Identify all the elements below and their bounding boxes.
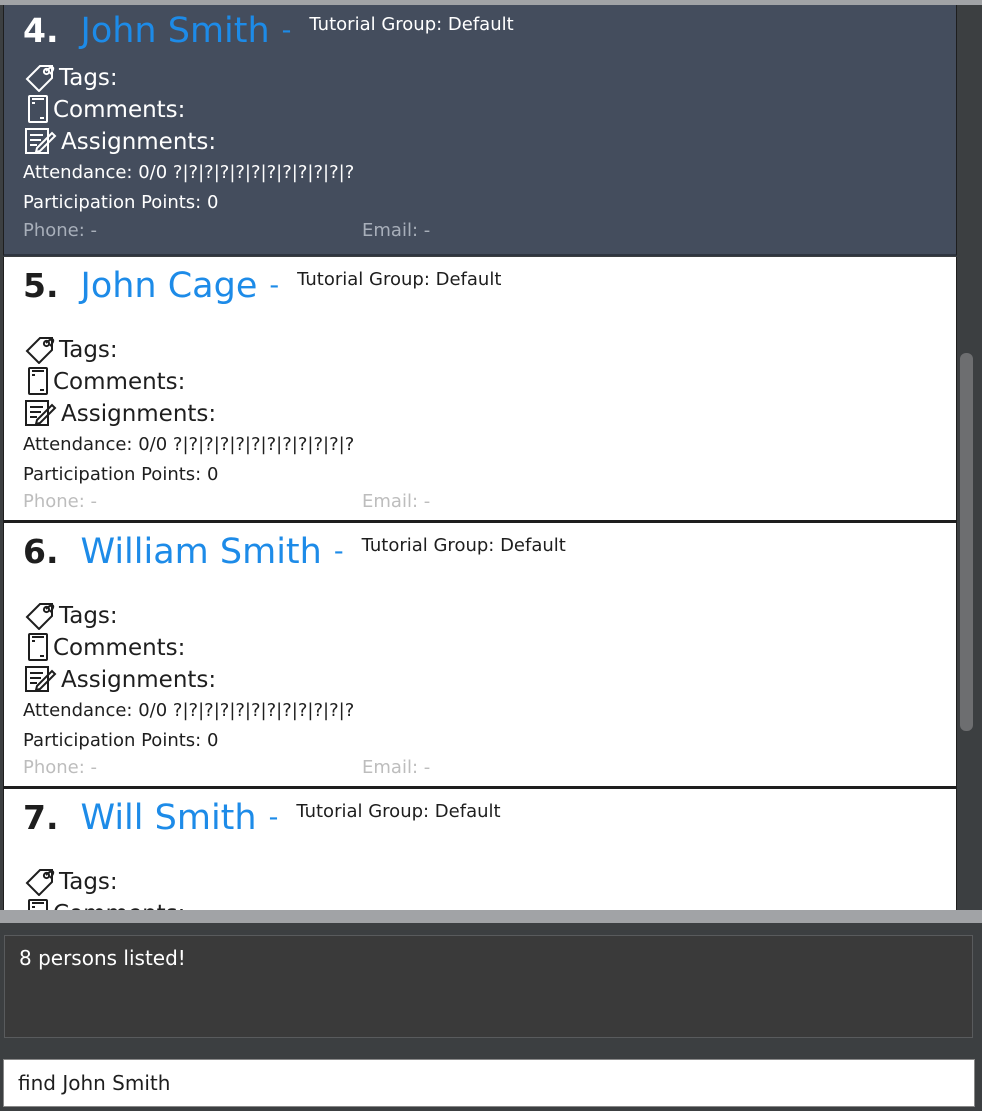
comments-row: Comments: — [23, 898, 185, 910]
name-separator: - — [268, 801, 279, 833]
tags-row: Tags: — [23, 335, 118, 365]
person-card[interactable]: 6. William Smith - Tutorial Group: Default … — [3, 523, 957, 789]
tags-label: Tags: — [59, 65, 118, 91]
person-card-selected[interactable]: 4. John Smith - Tutorial Group: Default Tag… — [3, 5, 957, 256]
email-text: Email: - — [362, 220, 431, 241]
comments-row: Comments: — [23, 366, 186, 397]
person-name: William Smith — [80, 531, 322, 572]
comments-label: Comments: — [53, 901, 185, 910]
contact-row: Phone: - Email: - — [23, 756, 430, 780]
person-list-panel[interactable]: 4. John Smith - Tutorial Group: Default Tag… — [0, 0, 982, 910]
comments-label: Comments: — [53, 369, 186, 395]
card-header: 6. William Smith - Tutorial Group: Default — [23, 529, 566, 573]
email-text: Email: - — [362, 757, 431, 778]
name-separator: - — [333, 535, 344, 567]
assignment-icon — [23, 664, 61, 694]
person-index: 5. — [23, 265, 59, 305]
panel-divider[interactable] — [0, 910, 982, 923]
tutorial-group: Tutorial Group: Default — [297, 268, 502, 290]
tags-label: Tags: — [59, 869, 118, 895]
person-name: John Cage — [80, 265, 258, 306]
participation-row: Participation Points: 0 — [23, 730, 219, 751]
result-display: 8 persons listed! — [4, 935, 973, 1038]
contact-row: Phone: - Email: - — [23, 219, 430, 243]
assignment-icon — [23, 126, 61, 156]
notepad-icon — [23, 632, 53, 662]
command-input[interactable] — [3, 1059, 975, 1107]
person-index: 7. — [23, 797, 59, 837]
assignment-icon — [23, 398, 61, 428]
tutorial-group: Tutorial Group: Default — [309, 13, 514, 35]
comments-row: Comments: — [23, 94, 186, 125]
comments-label: Comments: — [53, 635, 186, 661]
notepad-icon — [23, 94, 53, 124]
assignments-row: Assignments: — [23, 127, 216, 157]
result-message: 8 persons listed! — [19, 946, 186, 970]
attendance-row: Attendance: 0/0 ?|?|?|?|?|?|?|?|?|?|?|? — [23, 700, 355, 721]
attendance-row: Attendance: 0/0 ?|?|?|?|?|?|?|?|?|?|?|? — [23, 434, 355, 455]
phone-text: Phone: - — [23, 757, 98, 778]
tag-icon — [23, 866, 59, 896]
tags-row: Tags: — [23, 63, 118, 93]
tutorial-group: Tutorial Group: Default — [296, 800, 501, 822]
person-index: 6. — [23, 531, 59, 571]
attendance-row: Attendance: 0/0 ?|?|?|?|?|?|?|?|?|?|?|? — [23, 162, 355, 183]
phone-text: Phone: - — [23, 491, 98, 512]
assignments-row: Assignments: — [23, 665, 216, 695]
tags-row: Tags: — [23, 867, 118, 897]
assignments-label: Assignments: — [61, 129, 217, 155]
scrollbar-thumb[interactable] — [960, 353, 973, 731]
comments-row: Comments: — [23, 632, 186, 663]
tag-icon — [23, 600, 59, 630]
person-name: John Smith — [80, 10, 270, 51]
card-header: 7. Will Smith - Tutorial Group: Default — [23, 795, 501, 839]
contact-row: Phone: - Email: - — [23, 490, 430, 514]
tags-row: Tags: — [23, 601, 118, 631]
name-separator: - — [269, 269, 280, 301]
person-card[interactable]: 7. Will Smith - Tutorial Group: Default Tag… — [3, 789, 957, 910]
name-separator: - — [281, 14, 292, 46]
phone-text: Phone: - — [23, 220, 98, 241]
tag-icon — [23, 334, 59, 364]
assignments-label: Assignments: — [61, 401, 217, 427]
card-header: 4. John Smith - Tutorial Group: Default — [23, 8, 514, 52]
tag-icon — [23, 62, 59, 92]
person-card[interactable]: 5. John Cage - Tutorial Group: Default Tags… — [3, 257, 957, 523]
assignments-row: Assignments: — [23, 399, 216, 429]
tags-label: Tags: — [59, 603, 118, 629]
notepad-icon — [23, 898, 53, 910]
participation-row: Participation Points: 0 — [23, 192, 219, 213]
assignments-label: Assignments: — [61, 667, 217, 693]
person-name: Will Smith — [80, 797, 257, 838]
person-card-list[interactable]: 4. John Smith - Tutorial Group: Default Tag… — [3, 5, 957, 910]
notepad-icon — [23, 366, 53, 396]
email-text: Email: - — [362, 491, 431, 512]
card-header: 5. John Cage - Tutorial Group: Default — [23, 263, 501, 307]
tutorial-group: Tutorial Group: Default — [361, 534, 566, 556]
comments-label: Comments: — [53, 97, 186, 123]
person-index: 4. — [23, 10, 59, 50]
participation-row: Participation Points: 0 — [23, 464, 219, 485]
tags-label: Tags: — [59, 337, 118, 363]
